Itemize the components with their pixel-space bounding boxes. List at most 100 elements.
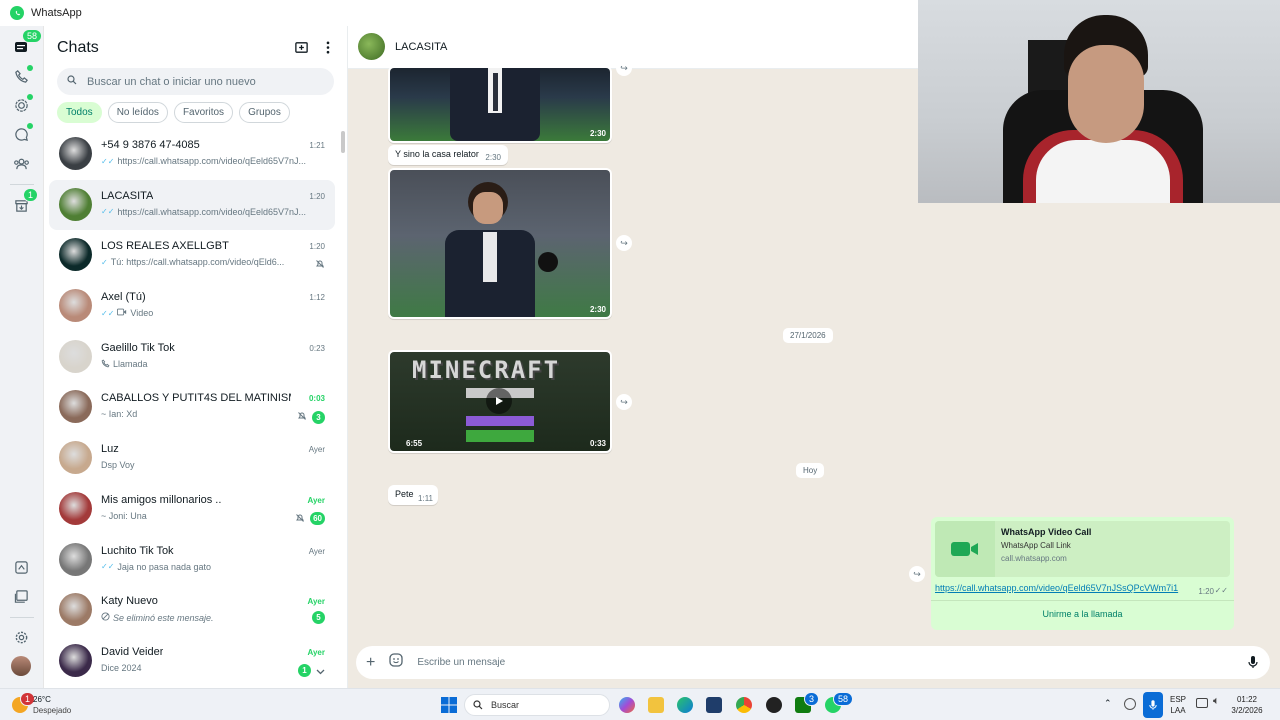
profile-avatar[interactable]: [10, 655, 32, 677]
media-icon[interactable]: [10, 585, 32, 607]
video-thumbnail-1[interactable]: 2:30: [390, 68, 610, 141]
video-duration-3: 0:33: [589, 439, 606, 448]
link-domain: call.whatsapp.com: [1001, 554, 1067, 563]
join-call-button[interactable]: Unirme a la llamada: [931, 609, 1234, 619]
filter-chip-favoritos[interactable]: Favoritos: [173, 102, 234, 123]
chat-preview: ✓✓ Jaja no pasa nada gato: [101, 562, 211, 572]
chat-preview: Dsp Voy: [101, 460, 135, 470]
chat-preview: Llamada: [101, 359, 148, 370]
sticker-icon[interactable]: [389, 653, 403, 672]
chat-time: 0:23: [309, 343, 325, 353]
file-explorer-icon[interactable]: [648, 697, 664, 713]
play-icon[interactable]: [486, 388, 512, 414]
message-time: 1:20: [1198, 587, 1214, 596]
volume-icon[interactable]: 🔈︎: [1213, 695, 1220, 708]
chat-list-item[interactable]: Katy Nuevo Ayer Se eliminó este mensaje. 5: [49, 585, 335, 636]
message-text-1[interactable]: Y sino la casa relator 2:30: [388, 145, 508, 165]
video-thumbnail-2[interactable]: 2:30: [390, 170, 610, 317]
chat-list-item[interactable]: LOS REALES AXELLGBT 1:20 ✓ Tú: https://call…: [49, 230, 335, 281]
webcam-overlay: [918, 0, 1280, 203]
edge-icon[interactable]: [677, 697, 693, 713]
chat-avatar: [59, 643, 92, 677]
chat-list-scrollbar[interactable]: [341, 131, 345, 153]
chat-preview-text: Llamada: [113, 359, 148, 370]
chat-preview: Dice 2024: [101, 663, 142, 673]
chats-badge: 58: [22, 29, 43, 43]
mic-active-icon[interactable]: [1143, 692, 1163, 718]
communities-icon[interactable]: [10, 152, 32, 174]
clock-time[interactable]: 01:22: [1232, 695, 1262, 704]
store-icon[interactable]: [706, 697, 722, 713]
chrome-icon[interactable]: [736, 697, 752, 713]
video-message-2[interactable]: 2:30: [388, 168, 612, 319]
forward-icon[interactable]: ↪: [616, 394, 632, 410]
app-icon[interactable]: [766, 697, 782, 713]
contact-name: LACASITA: [395, 41, 448, 53]
message-text: Y sino la casa relator: [395, 149, 479, 159]
chat-avatar: [59, 289, 92, 323]
video-thumbnail-3[interactable]: MINECRAFT 6:55 0:33: [390, 352, 610, 451]
message-input[interactable]: Escribe un mensaje: [417, 657, 505, 668]
read-ticks-icon: ✓✓: [101, 207, 115, 217]
chevron-down-icon[interactable]: [316, 662, 325, 680]
tray-chevron-icon[interactable]: ⌃: [1104, 698, 1112, 709]
chat-name: LOS REALES AXELLGBT: [101, 240, 229, 253]
status-icon[interactable]: [10, 94, 33, 116]
microphone-icon[interactable]: [1248, 655, 1258, 674]
chat-list-item[interactable]: Axel (Tú) 1:12 ✓✓ Video: [49, 281, 335, 332]
menu-dots-icon[interactable]: [323, 40, 333, 60]
video-message-3[interactable]: MINECRAFT 6:55 0:33: [388, 350, 612, 453]
chats-icon[interactable]: 58: [10, 29, 43, 58]
chat-list-item[interactable]: +54 9 3876 47-4085 1:21 ✓✓ https://call.wha…: [49, 129, 335, 180]
date-separator: 27/1/2026: [783, 328, 833, 343]
read-ticks-icon: ✓: [101, 257, 108, 267]
muted-bell-icon: [315, 256, 325, 274]
filter-chip-todos[interactable]: Todos: [57, 102, 102, 123]
message-text-2[interactable]: Pete 1:11: [388, 485, 438, 505]
chat-list-item[interactable]: CABALLOS Y PUTIT4S DEL MATINISMO 0:03 ~ Ia…: [49, 382, 335, 433]
conversation-header[interactable]: LACASITA: [348, 26, 918, 69]
filter-chip-no-leídos[interactable]: No leídos: [107, 102, 168, 123]
call-link-message[interactable]: WhatsApp Video Call WhatsApp Call Link c…: [931, 517, 1234, 630]
link-preview[interactable]: WhatsApp Video Call WhatsApp Call Link c…: [935, 521, 1230, 577]
whatsapp-badge: 58: [833, 692, 854, 706]
chat-time: 1:20: [309, 191, 325, 201]
archive-icon[interactable]: 1: [10, 188, 39, 216]
channels-icon[interactable]: [10, 123, 33, 145]
calls-icon[interactable]: [10, 65, 33, 87]
video-message-1[interactable]: 2:30: [388, 66, 612, 143]
new-chat-icon[interactable]: [294, 40, 309, 60]
call-link-url[interactable]: https://call.whatsapp.com/video/qEeld65V…: [935, 583, 1178, 593]
chat-list-item[interactable]: Mis amigos millonarios .. Ayer ~ Joni: Una…: [49, 484, 335, 535]
settings-icon[interactable]: [10, 626, 32, 648]
chat-list-item[interactable]: LACASITA 1:20 ✓✓ https://call.whatsapp.com/…: [49, 179, 335, 231]
window-title: WhatsApp: [31, 7, 82, 19]
clock-date: 3/2/2026: [1231, 706, 1263, 715]
contact-avatar[interactable]: [358, 33, 385, 60]
unread-count-badge: 60: [310, 512, 325, 526]
windows-start-icon[interactable]: [441, 697, 457, 718]
chat-preview-text: ~ Ian: Xd: [101, 409, 138, 420]
chat-list-item[interactable]: Luchito Tik Tok Ayer ✓✓ Jaja no pasa nada g…: [49, 535, 335, 586]
filter-chip-grupos[interactable]: Grupos: [239, 102, 290, 123]
attach-plus-icon[interactable]: +: [366, 654, 375, 672]
forward-icon[interactable]: ↪: [616, 60, 632, 76]
muted-bell-icon: [297, 408, 307, 426]
forward-icon[interactable]: ↪: [616, 235, 632, 251]
input-lang[interactable]: ESP: [1170, 695, 1186, 704]
starred-icon[interactable]: [10, 556, 32, 578]
chat-list-item[interactable]: Luz Ayer Dsp Voy: [49, 433, 335, 484]
display-icon[interactable]: [1196, 698, 1208, 708]
chat-name: Axel (Tú): [101, 291, 146, 304]
chat-avatar: [59, 187, 92, 221]
forward-icon[interactable]: ↪: [909, 566, 925, 582]
chat-list-item[interactable]: Gaelillo Tik Tok 0:23 Llamada: [49, 332, 335, 383]
search-input[interactable]: Buscar un chat o iniciar uno nuevo: [57, 68, 334, 95]
security-icon[interactable]: [1124, 698, 1136, 710]
deleted-icon: [101, 612, 110, 623]
taskbar-search[interactable]: Buscar: [464, 694, 610, 716]
chat-list-item[interactable]: David Veider Ayer Dice 2024 1: [49, 636, 335, 687]
unread-count-badge: 1: [298, 664, 311, 678]
chat-name: Luchito Tik Tok: [101, 544, 174, 557]
copilot-icon[interactable]: [619, 697, 635, 713]
